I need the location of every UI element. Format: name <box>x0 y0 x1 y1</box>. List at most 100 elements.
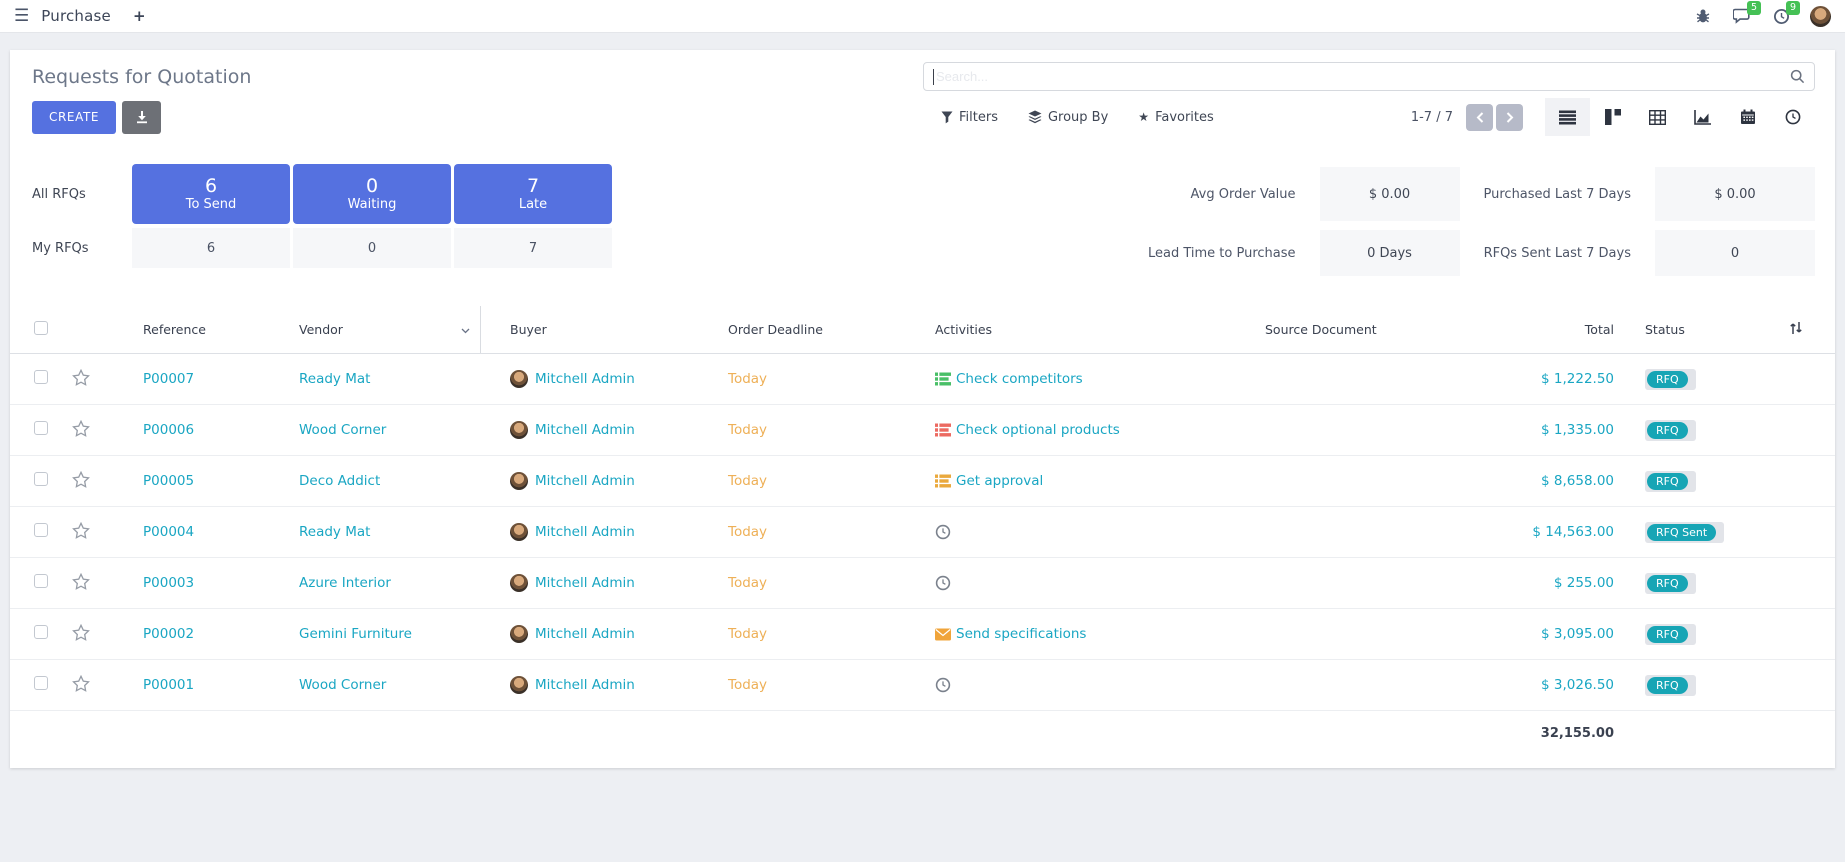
optional-columns-button[interactable] <box>1731 321 1835 338</box>
export-button[interactable] <box>122 101 161 134</box>
vendor-link[interactable]: Gemini Furniture <box>270 626 481 642</box>
view-kanban-button[interactable] <box>1590 98 1635 136</box>
pager-previous-button[interactable] <box>1466 104 1493 131</box>
rfqs-sent-label: RFQs Sent Last 7 Days <box>1484 246 1631 261</box>
column-header-vendor[interactable]: Vendor <box>270 306 481 353</box>
activity-button[interactable]: Get approval <box>935 473 1236 489</box>
table-row[interactable]: P00007 Ready Mat Mitchell Admin Today Ch… <box>10 354 1835 405</box>
order-deadline: Today <box>699 422 906 438</box>
create-button[interactable]: CREATE <box>32 101 116 134</box>
favorite-star-icon[interactable] <box>72 675 90 692</box>
buyer-name[interactable]: Mitchell Admin <box>535 371 635 387</box>
activity-button[interactable]: Send specifications <box>935 626 1236 642</box>
bug-icon[interactable] <box>1693 6 1713 26</box>
search-bar[interactable] <box>923 62 1815 91</box>
reference-link[interactable]: P00006 <box>114 422 270 438</box>
total-amount: $ 3,095.00 <box>1496 626 1616 642</box>
view-activity-button[interactable] <box>1770 98 1815 136</box>
content-sheet: Requests for Quotation CREATE <box>10 50 1835 768</box>
vendor-link[interactable]: Deco Addict <box>270 473 481 489</box>
reference-link[interactable]: P00005 <box>114 473 270 489</box>
row-checkbox[interactable] <box>34 421 48 435</box>
row-checkbox[interactable] <box>34 625 48 639</box>
lead-time-value: 0 Days <box>1320 230 1460 276</box>
table-row[interactable]: P00001 Wood Corner Mitchell Admin Today … <box>10 660 1835 711</box>
kpi-to-send[interactable]: 6 To Send <box>132 164 290 224</box>
table-row[interactable]: P00002 Gemini Furniture Mitchell Admin T… <box>10 609 1835 660</box>
vendor-link[interactable]: Wood Corner <box>270 677 481 693</box>
footer-total: 32,155.00 <box>1496 726 1616 741</box>
row-checkbox[interactable] <box>34 370 48 384</box>
pager-next-button[interactable] <box>1496 104 1523 131</box>
table-row[interactable]: P00006 Wood Corner Mitchell Admin Today … <box>10 405 1835 456</box>
my-to-send-value[interactable]: 6 <box>132 228 290 268</box>
table-row[interactable]: P00003 Azure Interior Mitchell Admin Tod… <box>10 558 1835 609</box>
messages-icon[interactable]: 5 <box>1732 6 1752 26</box>
row-checkbox[interactable] <box>34 574 48 588</box>
my-late-value[interactable]: 7 <box>454 228 612 268</box>
search-input[interactable] <box>936 69 1790 84</box>
buyer-avatar <box>510 676 528 694</box>
user-avatar[interactable] <box>1810 6 1831 27</box>
view-graph-button[interactable] <box>1680 98 1725 136</box>
vendor-link[interactable]: Ready Mat <box>270 524 481 540</box>
view-pivot-button[interactable] <box>1635 98 1680 136</box>
row-checkbox[interactable] <box>34 523 48 537</box>
search-icon[interactable] <box>1790 69 1805 84</box>
app-name[interactable]: Purchase <box>41 7 111 25</box>
buyer-avatar <box>510 421 528 439</box>
vendor-link[interactable]: Wood Corner <box>270 422 481 438</box>
reference-link[interactable]: P00003 <box>114 575 270 591</box>
column-header-activities[interactable]: Activities <box>906 322 1236 337</box>
activity-button[interactable] <box>935 575 1236 591</box>
reference-link[interactable]: P00001 <box>114 677 270 693</box>
new-tab-icon[interactable]: + <box>133 7 146 25</box>
row-checkbox[interactable] <box>34 472 48 486</box>
filters-button[interactable]: Filters <box>941 110 998 125</box>
column-header-reference[interactable]: Reference <box>114 322 270 337</box>
reference-link[interactable]: P00007 <box>114 371 270 387</box>
activity-button[interactable] <box>935 677 1236 693</box>
tasks-icon <box>935 474 951 488</box>
favorites-button[interactable]: ★ Favorites <box>1138 110 1214 125</box>
buyer-name[interactable]: Mitchell Admin <box>535 524 635 540</box>
table-row[interactable]: P00004 Ready Mat Mitchell Admin Today $ … <box>10 507 1835 558</box>
favorite-star-icon[interactable] <box>72 471 90 488</box>
column-header-source-document[interactable]: Source Document <box>1236 322 1496 337</box>
favorite-star-icon[interactable] <box>72 369 90 386</box>
apps-menu-icon[interactable]: ☰ <box>14 6 29 26</box>
activity-button[interactable] <box>935 524 1236 540</box>
activities-icon[interactable]: 9 <box>1771 6 1791 26</box>
order-deadline: Today <box>699 524 906 540</box>
vendor-link[interactable]: Ready Mat <box>270 371 481 387</box>
select-all-checkbox[interactable] <box>34 321 48 335</box>
favorite-star-icon[interactable] <box>72 522 90 539</box>
clock-icon <box>935 575 951 591</box>
kpi-waiting[interactable]: 0 Waiting <box>293 164 451 224</box>
view-list-button[interactable] <box>1545 98 1590 136</box>
vendor-link[interactable]: Azure Interior <box>270 575 481 591</box>
row-checkbox[interactable] <box>34 676 48 690</box>
table-row[interactable]: P00005 Deco Addict Mitchell Admin Today … <box>10 456 1835 507</box>
reference-link[interactable]: P00004 <box>114 524 270 540</box>
buyer-name[interactable]: Mitchell Admin <box>535 473 635 489</box>
column-header-buyer[interactable]: Buyer <box>481 322 699 337</box>
buyer-name[interactable]: Mitchell Admin <box>535 626 635 642</box>
column-header-status[interactable]: Status <box>1616 322 1731 337</box>
total-amount: $ 3,026.50 <box>1496 677 1616 693</box>
activity-button[interactable]: Check competitors <box>935 371 1236 387</box>
favorite-star-icon[interactable] <box>72 420 90 437</box>
favorite-star-icon[interactable] <box>72 624 90 641</box>
favorite-star-icon[interactable] <box>72 573 90 590</box>
my-waiting-value[interactable]: 0 <box>293 228 451 268</box>
group-by-button[interactable]: Group By <box>1028 110 1108 125</box>
activity-button[interactable]: Check optional products <box>935 422 1236 438</box>
column-header-order-deadline[interactable]: Order Deadline <box>699 322 906 337</box>
view-calendar-button[interactable] <box>1725 98 1770 136</box>
buyer-name[interactable]: Mitchell Admin <box>535 422 635 438</box>
column-header-total[interactable]: Total <box>1496 322 1616 337</box>
reference-link[interactable]: P00002 <box>114 626 270 642</box>
buyer-name[interactable]: Mitchell Admin <box>535 677 635 693</box>
kpi-late[interactable]: 7 Late <box>454 164 612 224</box>
buyer-name[interactable]: Mitchell Admin <box>535 575 635 591</box>
